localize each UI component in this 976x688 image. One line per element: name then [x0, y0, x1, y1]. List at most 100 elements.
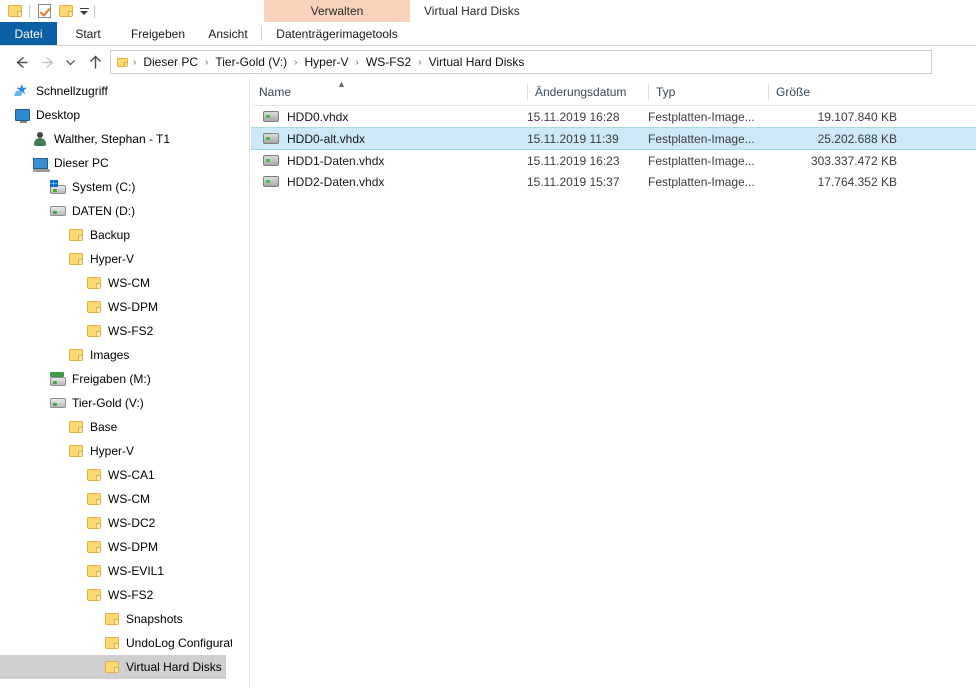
folder-icon: [104, 659, 120, 675]
file-name-label: HDD2-Daten.vhdx: [287, 174, 385, 189]
recent-locations-dropdown-icon[interactable]: [61, 50, 79, 74]
folder-icon: [86, 563, 102, 579]
pane-divider[interactable]: [249, 79, 250, 688]
sidebar-item-label: WS-DC2: [108, 516, 156, 530]
file-name-cell[interactable]: HDD0.vhdx: [263, 106, 523, 127]
tab-freigeben[interactable]: Freigeben: [119, 22, 197, 45]
breadcrumb-separator-1: ›: [205, 56, 209, 68]
breadcrumb-item-dieser-pc[interactable]: Dieser PC: [141, 55, 200, 69]
desktop-icon: [14, 107, 30, 123]
breadcrumb-item-virtual-hard-disks[interactable]: Virtual Hard Disks: [427, 55, 527, 69]
contextual-tab-group-header: Verwalten: [264, 0, 410, 22]
sidebar-item-base[interactable]: Base: [0, 415, 226, 439]
sidebar-item-ws-dc2[interactable]: WS-DC2: [0, 511, 226, 535]
table-row[interactable]: HDD1-Daten.vhdx 15.11.2019 16:23 Festplatt…: [251, 150, 976, 171]
forward-button[interactable]: [36, 50, 60, 74]
sidebar-item-hyper-v[interactable]: Hyper-V: [0, 247, 226, 271]
column-header-type[interactable]: Typ: [648, 79, 768, 105]
customize-dropdown-icon[interactable]: [77, 0, 91, 22]
sidebar-item-ws-dpm[interactable]: WS-DPM: [0, 535, 226, 559]
file-size-cell: 19.107.840 KB: [817, 109, 897, 124]
sidebar-item-label: WS-DPM: [108, 300, 158, 314]
sidebar-item-ws-cm[interactable]: WS-CM: [0, 487, 226, 511]
sidebar-item-virtual-hard-disks[interactable]: Virtual Hard Disks: [0, 655, 226, 679]
column-header-date-label: Änderungsdatum: [535, 85, 627, 99]
file-name-cell[interactable]: HDD0-alt.vhdx: [263, 128, 523, 149]
sidebar-item-label: Images: [90, 348, 130, 362]
drive-icon: [50, 203, 66, 219]
user-icon: [32, 131, 48, 147]
sidebar-item-images[interactable]: Images: [0, 343, 226, 367]
folder-icon: [86, 587, 102, 603]
sidebar-item-ws-evil1[interactable]: WS-EVIL1: [0, 559, 226, 583]
sidebar-item-label: Dieser PC: [54, 156, 109, 170]
breadcrumb-item-tier-gold[interactable]: Tier-Gold (V:): [213, 55, 289, 69]
folder-icon: [86, 467, 102, 483]
tab-divider: [261, 26, 262, 41]
sidebar-item-label: Hyper-V: [90, 252, 135, 266]
sidebar-item-tier-gold-v[interactable]: Tier-Gold (V:): [0, 391, 226, 415]
sidebar-item-label: DATEN (D:): [72, 204, 136, 218]
file-date-cell: 15.11.2019 15:37: [527, 174, 620, 189]
tab-start[interactable]: Start: [57, 22, 119, 45]
sidebar-item-hyper-v[interactable]: Hyper-V: [0, 439, 226, 463]
sidebar-item-ws-ca1[interactable]: WS-CA1: [0, 463, 226, 487]
file-name-cell[interactable]: HDD1-Daten.vhdx: [263, 150, 523, 171]
sidebar-item-snapshots[interactable]: Snapshots: [0, 607, 226, 631]
window-title: Virtual Hard Disks: [424, 4, 520, 18]
folder-icon[interactable]: [4, 0, 26, 22]
folder-icon: [68, 347, 84, 363]
tab-datentraegerimagetools[interactable]: Datenträgerimagetools: [264, 22, 410, 45]
sidebar-item-desktop[interactable]: Desktop: [0, 103, 226, 127]
file-date-cell: 15.11.2019 16:23: [527, 153, 620, 168]
folder-icon: [86, 491, 102, 507]
sidebar-item-ws-fs2[interactable]: WS-FS2: [0, 319, 226, 343]
column-header-row: ▲ Name Änderungsdatum Typ Größe: [251, 79, 976, 106]
column-header-date[interactable]: Änderungsdatum: [527, 79, 648, 105]
folder-icon: [68, 443, 84, 459]
sidebar-item-label: Freigaben (M:): [72, 372, 151, 386]
up-button[interactable]: [83, 50, 107, 74]
sidebar-item-ws-fs2[interactable]: WS-FS2: [0, 583, 226, 607]
column-header-name[interactable]: ▲ Name: [251, 79, 527, 105]
properties-icon[interactable]: [33, 0, 55, 22]
sidebar-item-ws-dpm[interactable]: WS-DPM: [0, 295, 226, 319]
sidebar-item-label: System (C:): [72, 180, 136, 194]
sidebar-item-ws-cm[interactable]: WS-CM: [0, 271, 226, 295]
sidebar-item-label: WS-CM: [108, 492, 150, 506]
file-type-cell: Festplatten-Image...: [648, 153, 755, 168]
table-row[interactable]: HDD0-alt.vhdx 15.11.2019 11:39 Festplatten…: [251, 127, 976, 150]
file-type-cell: Festplatten-Image...: [648, 131, 755, 146]
sidebar-item-freigaben-m[interactable]: Freigaben (M:): [0, 367, 226, 391]
file-name-label: HDD0.vhdx: [287, 109, 349, 124]
tab-datei[interactable]: Datei: [0, 22, 57, 45]
sidebar-item-system-c[interactable]: System (C:): [0, 175, 226, 199]
pc-icon: [32, 155, 50, 172]
navigation-pane: Schnellzugriff Desktop Walther, Stephan - …: [0, 79, 232, 688]
star-icon: [14, 81, 30, 99]
table-row[interactable]: HDD2-Daten.vhdx 15.11.2019 15:37 Festplatt…: [251, 171, 976, 192]
column-header-size[interactable]: Größe: [768, 79, 904, 105]
file-name-cell[interactable]: HDD2-Daten.vhdx: [263, 171, 523, 192]
breadcrumb[interactable]: › Dieser PC › Tier-Gold (V:) › Hyper-V ›…: [110, 50, 932, 74]
sidebar-item-backup[interactable]: Backup: [0, 223, 226, 247]
file-explorer-window: Verwalten Virtual Hard Disks Datei Start…: [0, 0, 976, 688]
vhd-icon: [263, 111, 279, 122]
sidebar-item-schnellzugriff[interactable]: Schnellzugriff: [0, 79, 226, 103]
title-bar: Verwalten Virtual Hard Disks: [0, 0, 976, 22]
sidebar-item-undolog-configuration[interactable]: UndoLog Configuration: [0, 631, 232, 655]
sidebar-item-daten-d[interactable]: DATEN (D:): [0, 199, 226, 223]
breadcrumb-item-ws-fs2[interactable]: WS-FS2: [364, 55, 413, 69]
new-folder-icon[interactable]: [55, 0, 77, 22]
sidebar-item-label: Snapshots: [126, 612, 183, 626]
breadcrumb-item-hyper-v[interactable]: Hyper-V: [303, 55, 351, 69]
vhd-icon: [263, 155, 279, 166]
quick-access-toolbar: [4, 0, 98, 22]
table-row[interactable]: HDD0.vhdx 15.11.2019 16:28 Festplatten-Ima…: [251, 106, 976, 127]
sidebar-item-walther-stephan-t1[interactable]: Walther, Stephan - T1: [0, 127, 226, 151]
back-button[interactable]: [9, 50, 33, 74]
sidebar-item-dieser-pc[interactable]: Dieser PC: [0, 151, 226, 175]
folder-icon: [86, 275, 102, 291]
vhd-icon: [263, 176, 279, 187]
tab-ansicht[interactable]: Ansicht: [197, 22, 259, 45]
